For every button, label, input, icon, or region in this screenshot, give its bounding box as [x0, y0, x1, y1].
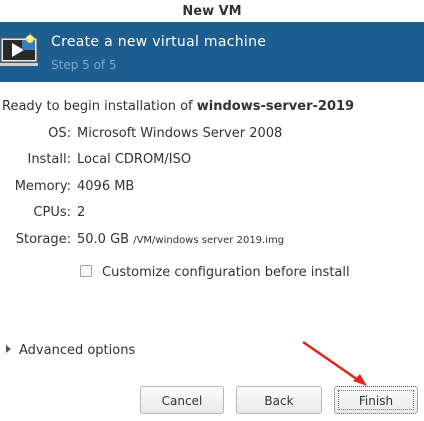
memory-label: Memory:: [14, 179, 71, 194]
cancel-button[interactable]: Cancel: [140, 386, 224, 414]
advanced-options-label[interactable]: Advanced options: [19, 343, 135, 358]
storage-label: Storage:: [15, 232, 71, 247]
customize-label[interactable]: Customize configuration before install: [102, 265, 350, 280]
cpus-label: CPUs:: [33, 205, 71, 220]
advanced-options-expander[interactable]: Advanced options: [6, 343, 135, 358]
customize-option[interactable]: Customize configuration before install: [80, 265, 350, 280]
red-arrow-annotation: [302, 340, 367, 386]
install-value: Local CDROM/ISO: [77, 152, 192, 167]
storage-size: 50.0 GB: [77, 232, 130, 247]
customize-checkbox[interactable]: [80, 265, 92, 277]
wizard-banner: Create a new virtual machine Step 5 of 5: [0, 22, 424, 82]
cpus-value: 2: [77, 205, 86, 220]
vm-name: windows-server-2019: [196, 99, 355, 114]
ready-prefix: Ready to begin installation of: [2, 99, 197, 114]
finish-button-label[interactable]: Finish: [338, 390, 414, 410]
vm-monitor-icon: [0, 33, 38, 66]
os-label: OS:: [48, 126, 71, 141]
os-value: Microsoft Windows Server 2008: [77, 126, 283, 141]
window-title: New VM: [182, 4, 242, 19]
storage-path: /VM/windows server 2019.img: [133, 235, 285, 246]
expander-triangle-icon[interactable]: [6, 345, 11, 353]
storage-value: 50.0 GB /VM/windows server 2019.img: [77, 232, 284, 247]
window-titlebar: New VM: [0, 0, 424, 22]
banner-title: Create a new virtual machine: [51, 34, 267, 50]
ready-text: Ready to begin installation of windows-s…: [2, 99, 354, 114]
install-label: Install:: [27, 152, 71, 167]
banner-step: Step 5 of 5: [51, 58, 117, 72]
memory-value: 4096 MB: [77, 179, 135, 194]
